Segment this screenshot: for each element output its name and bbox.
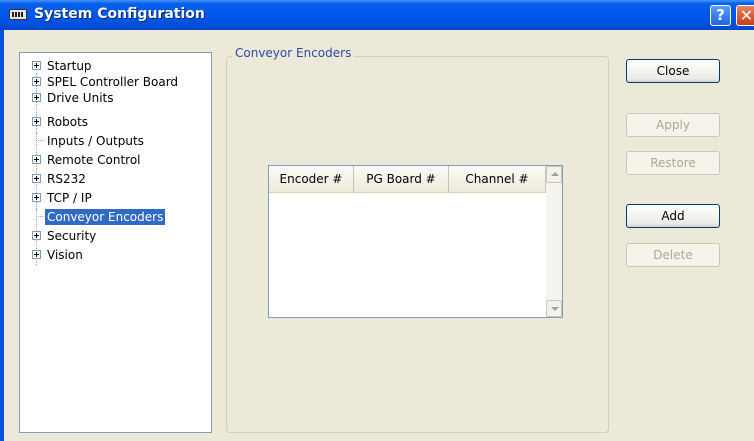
expand-icon[interactable]: [32, 250, 41, 259]
column-header-channel[interactable]: Channel #: [449, 166, 546, 193]
expand-icon[interactable]: [32, 231, 41, 240]
tree-item-label: TCP / IP: [47, 191, 92, 205]
title-bar: System Configuration ? ✕: [0, 0, 754, 30]
tree-item-label: Vision: [47, 248, 83, 262]
tree-item-label: Security: [47, 229, 97, 243]
vertical-scrollbar[interactable]: [546, 166, 562, 317]
encoders-table[interactable]: Encoder # PG Board # Channel #: [268, 165, 563, 318]
expand-icon[interactable]: [32, 193, 41, 202]
add-button[interactable]: Add: [626, 204, 720, 228]
tree-item-label: RS232: [47, 172, 86, 186]
app-icon: [9, 9, 27, 20]
tree-item-label: Robots: [47, 115, 89, 129]
tree-item-label: Inputs / Outputs: [47, 134, 144, 148]
config-tree[interactable]: Startup SPEL Controller Board Drive Unit…: [19, 52, 212, 433]
scroll-down-button[interactable]: [546, 300, 562, 317]
delete-button[interactable]: Delete: [626, 243, 720, 267]
expand-icon[interactable]: [32, 174, 41, 183]
window-close-button[interactable]: ✕: [736, 5, 754, 26]
tree-item-label: SPEL Controller Board: [47, 75, 179, 89]
arrow-down-icon: [551, 307, 559, 311]
close-button[interactable]: Close: [626, 59, 720, 83]
tree-item-label: Startup: [47, 59, 92, 73]
expand-icon[interactable]: [32, 155, 41, 164]
arrow-up-icon: [551, 172, 559, 176]
tree-leaf-line: [36, 209, 43, 217]
scroll-up-button[interactable]: [546, 166, 562, 183]
group-title: Conveyor Encoders: [232, 46, 355, 60]
tree-item-label: Drive Units: [47, 91, 114, 105]
help-button[interactable]: ?: [710, 5, 731, 26]
restore-button[interactable]: Restore: [626, 151, 720, 175]
apply-button[interactable]: Apply: [626, 113, 720, 137]
tree-item-label: Remote Control: [47, 153, 141, 167]
expand-icon[interactable]: [32, 117, 41, 126]
expand-icon[interactable]: [32, 61, 41, 70]
expand-icon[interactable]: [32, 93, 41, 102]
window-frame: [0, 30, 4, 441]
tree-item-label-selected: Conveyor Encoders: [45, 209, 166, 225]
window-title: System Configuration: [34, 6, 205, 22]
column-header-encoder[interactable]: Encoder #: [269, 166, 354, 193]
tree-leaf-line: [36, 133, 43, 141]
expand-icon[interactable]: [32, 77, 41, 86]
column-header-pg-board[interactable]: PG Board #: [354, 166, 449, 193]
